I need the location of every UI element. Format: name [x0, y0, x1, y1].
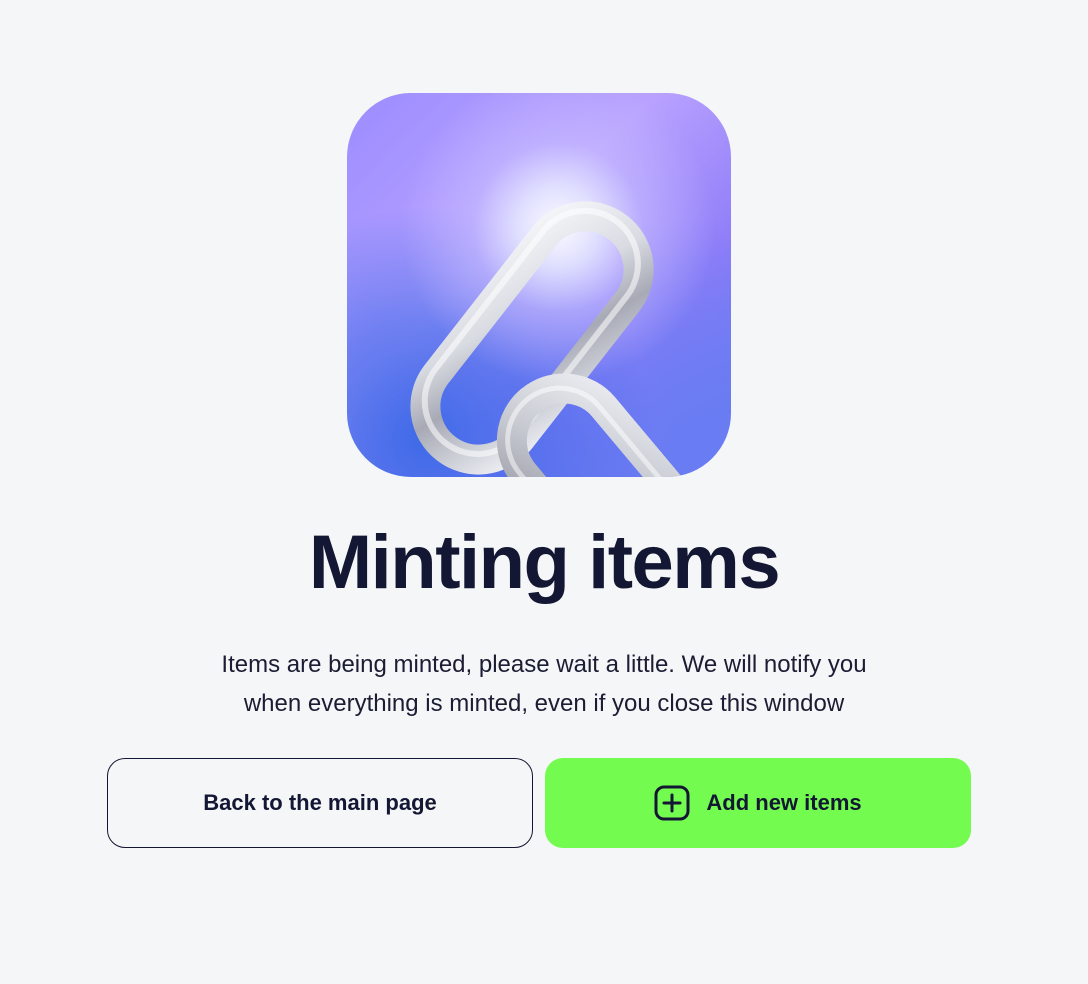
page-title: Minting items [308, 520, 781, 605]
chain-link-icon [347, 93, 731, 477]
description-line: Items are being minted, please wait a li… [221, 651, 867, 678]
plus-square-icon [654, 785, 690, 821]
status-description: Items are being minted, please wait a li… [144, 645, 944, 723]
add-new-items-button[interactable]: Add new items [545, 758, 971, 848]
add-button-label: Add new items [706, 790, 862, 815]
back-button-label: Back to the main page [203, 790, 437, 815]
minting-dialog: Minting items Items are being minted, pl… [0, 0, 1088, 984]
back-to-main-button[interactable]: Back to the main page [107, 758, 533, 848]
description-line: when everything is minted, even if you c… [243, 690, 845, 717]
